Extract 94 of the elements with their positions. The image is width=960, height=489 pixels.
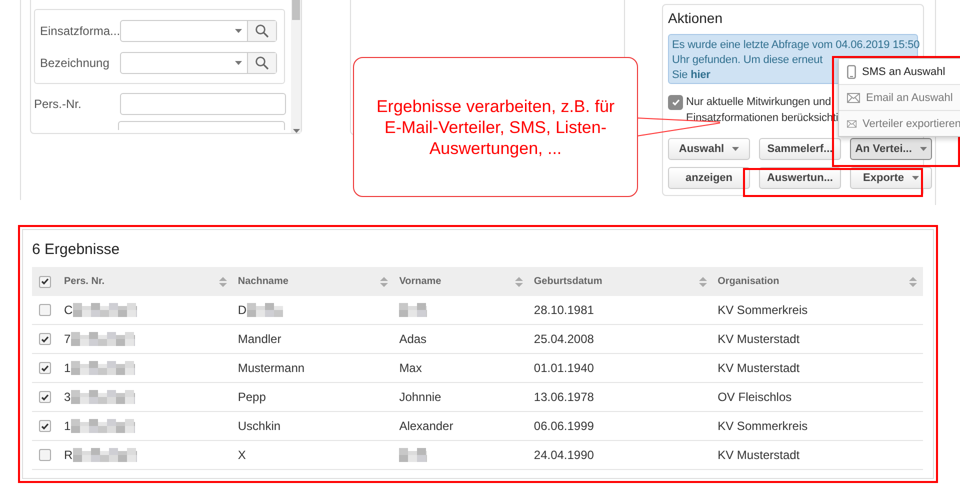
table-cell: C [64, 303, 73, 317]
action-button[interactable]: Sammelerf... [759, 138, 841, 160]
dropdown-button[interactable]: An Vertei... [850, 138, 932, 160]
dropdown-button[interactable]: Exporte [850, 167, 932, 189]
dropdown-button[interactable]: Auswahl [668, 138, 750, 160]
redacted-blur [70, 390, 135, 404]
results-title: 6 Ergebnisse [32, 241, 121, 258]
column-header[interactable]: Nachname [238, 276, 288, 287]
table-cell: Pepp [232, 382, 394, 412]
checkbox[interactable] [39, 276, 51, 288]
redacted-blur [399, 448, 428, 462]
checkmark-icon [41, 422, 49, 430]
input-field[interactable] [120, 93, 286, 115]
redacted-blur [70, 332, 135, 346]
redacted-blur [246, 303, 283, 317]
action-button[interactable]: anzeigen [668, 167, 750, 189]
table-cell: Mandler [232, 324, 394, 354]
table-cell: 25.04.2008 [528, 324, 713, 354]
table-cell: D [238, 303, 247, 317]
caret-icon [732, 147, 740, 151]
search-icon [255, 24, 269, 38]
caret-icon [920, 147, 927, 151]
checkbox[interactable] [39, 333, 51, 345]
checkmark-icon [41, 336, 49, 342]
annotation-callout: Ergebnisse verarbeiten, z.B. für E-Mail-Verteiler, SMS, Listen-Auswertungen, ... [353, 57, 638, 197]
table-cell: X [232, 440, 394, 470]
envelope-icon [847, 92, 860, 102]
redacted-blur [72, 303, 137, 317]
link[interactable]: hier [690, 69, 710, 81]
checkmark-icon [41, 364, 49, 372]
table-cell: 13.06.1978 [528, 382, 713, 412]
panel-title: Aktionen [668, 10, 724, 26]
checkmark-icon [41, 394, 49, 400]
checkmark-icon [41, 278, 49, 285]
search-icon [255, 56, 269, 70]
checkbox[interactable] [39, 362, 51, 374]
checkmark-icon [672, 99, 680, 106]
caret-icon [292, 129, 300, 133]
table-cell: Max [394, 354, 529, 382]
sort-icon [909, 276, 917, 286]
menu-item[interactable]: Email an Auswahl [839, 84, 960, 110]
scrollbar[interactable] [291, 0, 301, 133]
table-cell: KV Sommerkreis [712, 296, 923, 324]
checkbox[interactable] [668, 95, 683, 110]
sort-icon [514, 276, 523, 286]
table-cell: KV Sommerkreis [712, 412, 923, 440]
redacted-blur [72, 448, 137, 462]
checkbox[interactable] [39, 304, 51, 316]
checkbox[interactable] [39, 420, 51, 432]
table-cell: 1 [64, 361, 71, 375]
table-cell: 7 [64, 332, 71, 346]
sort-icon [698, 276, 707, 286]
phone-icon [847, 64, 856, 78]
redacted-blur [70, 361, 135, 375]
caret-icon [912, 176, 919, 180]
sort-icon [380, 276, 388, 286]
menu-item[interactable]: SMS an Auswahl [839, 59, 960, 84]
caret-icon [235, 61, 242, 65]
action-button[interactable]: Auswertun... [759, 167, 841, 189]
table-cell: Alexander [394, 412, 529, 440]
table-cell: Johnnie [394, 382, 529, 412]
table-cell: 1 [64, 419, 71, 433]
field-label: Pers.-Nr. [34, 97, 82, 111]
column-header[interactable]: Geburtsdatum [534, 276, 602, 287]
caret-icon [235, 29, 242, 33]
table-cell: Mustermann [232, 354, 394, 382]
scrollbar-thumb[interactable] [292, 0, 300, 20]
sort-icon [218, 276, 227, 286]
table-cell: 28.10.1981 [528, 296, 713, 324]
redacted-blur [399, 303, 428, 317]
column-header[interactable]: Vorname [399, 276, 442, 287]
combo-field[interactable] [120, 20, 277, 42]
table-cell: KV Musterstadt [712, 324, 923, 354]
table-cell: R [64, 448, 73, 462]
combo-field[interactable] [120, 52, 277, 74]
field-label: Bezeichnung [40, 56, 110, 70]
table-cell: 24.04.1990 [528, 440, 713, 470]
column-header[interactable]: Pers. Nr. [64, 276, 105, 287]
checkbox[interactable] [39, 391, 51, 403]
table-cell: Adas [394, 324, 529, 354]
envelope-icon [847, 118, 857, 128]
menu-item[interactable]: Verteiler exportieren [839, 110, 960, 136]
table-cell: 01.01.1940 [528, 354, 713, 382]
field-label: Einsatzforma... [40, 24, 120, 38]
table-cell: OV Fleischlos [712, 382, 923, 412]
table-cell: 3 [64, 390, 71, 404]
table-cell: Uschkin [232, 412, 394, 440]
table-cell: KV Musterstadt [712, 440, 923, 470]
table-cell: 06.06.1999 [528, 412, 713, 440]
table-cell: KV Musterstadt [712, 354, 923, 382]
column-header[interactable]: Organisation [718, 276, 780, 287]
input-field[interactable] [118, 121, 285, 130]
redacted-blur [70, 419, 135, 433]
checkbox[interactable] [39, 449, 51, 461]
